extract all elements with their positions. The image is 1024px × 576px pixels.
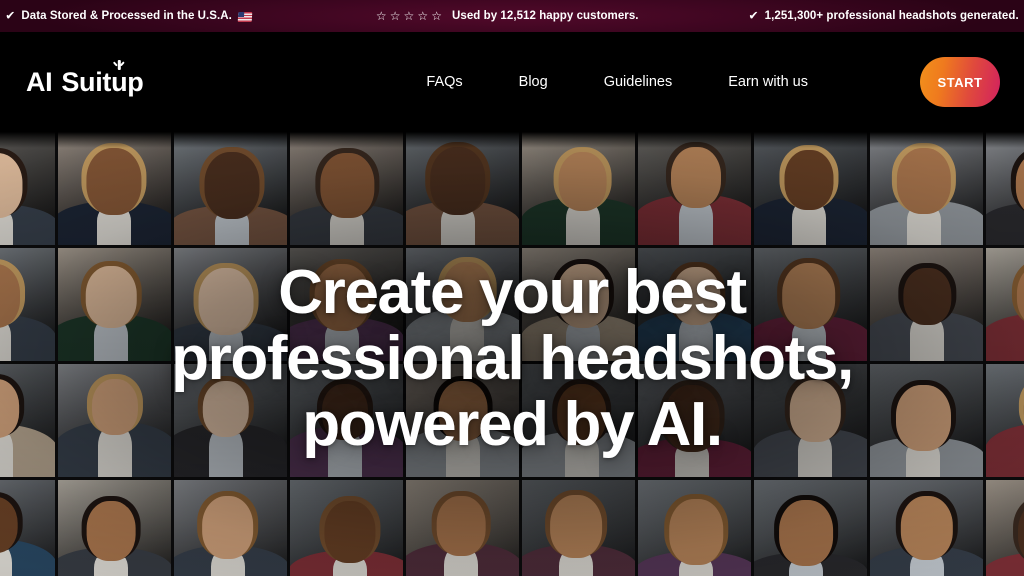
announcement-item-label: Used by 12,512 happy customers. [452, 10, 639, 22]
nav-item-guidelines[interactable]: Guidelines [604, 74, 673, 90]
site-header: AI S uit u p FAQs Blog Guidelines Earn w… [0, 32, 1024, 132]
logo-text-p: p [127, 66, 144, 97]
logo-text-uit: uit [79, 66, 112, 97]
announcement-item-customers: ☆ ☆ ☆ ☆ ☆ Used by 12,512 happy customers… [376, 10, 639, 22]
announcement-item-label: 1,251,300+ professional headshots genera… [764, 10, 1019, 22]
landing-page: ✔ Data Stored & Processed in the U.S.A. … [0, 0, 1024, 576]
star-rating-icon: ☆ ☆ ☆ ☆ ☆ [376, 10, 442, 22]
star-icon: ☆ [431, 9, 443, 23]
star-icon: ☆ [403, 9, 415, 23]
hero-section: Create your best professional headshots,… [0, 132, 1024, 576]
announcement-item-headshots-generated: ✔ 1,251,300+ professional headshots gene… [748, 8, 1019, 23]
check-icon: ✔ [748, 8, 759, 23]
star-icon: ☆ [389, 9, 401, 23]
star-icon: ☆ [417, 9, 429, 23]
start-button[interactable]: START [920, 57, 1000, 107]
hero-headline: Create your best professional headshots,… [0, 260, 1024, 458]
hero-headline-line-3: powered by AI. [302, 390, 723, 459]
announcement-item-label: Data Stored & Processed in the U.S.A. [21, 10, 232, 22]
logo-text-ai: AI [26, 66, 53, 97]
hero-headline-line-1: Create your best [278, 258, 747, 327]
check-icon: ✔ [5, 8, 16, 23]
nav-item-faqs[interactable]: FAQs [426, 74, 462, 90]
announcement-item-data-storage: ✔ Data Stored & Processed in the U.S.A. [5, 8, 253, 23]
logo-arrow-u: u [111, 59, 128, 97]
announcement-bar: ✔ Data Stored & Processed in the U.S.A. … [0, 0, 1024, 32]
main-nav: FAQs Blog Guidelines Earn with us START [426, 57, 1000, 107]
hero-headline-line-2: professional headshots, [171, 324, 854, 393]
hero-top-fade [0, 132, 1024, 148]
nav-item-blog[interactable]: Blog [519, 74, 548, 90]
usa-flag-icon [237, 12, 253, 22]
logo[interactable]: AI S uit u p [26, 59, 144, 97]
logo-text-u: u [111, 66, 128, 97]
logo-text-s: S [61, 66, 80, 97]
star-icon: ☆ [375, 9, 387, 23]
nav-item-earn-with-us[interactable]: Earn with us [728, 74, 808, 90]
